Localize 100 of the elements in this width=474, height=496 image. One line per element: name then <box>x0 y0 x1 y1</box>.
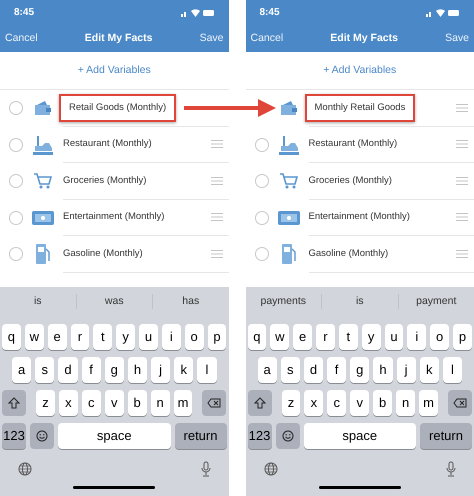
ticket-icon <box>278 210 300 225</box>
drag-handle-icon[interactable] <box>456 176 468 185</box>
keyboard-key[interactable]: e <box>293 324 312 350</box>
keyboard-key[interactable]: m <box>174 390 192 416</box>
keyboard-key[interactable]: r <box>316 324 335 350</box>
keyboard-key[interactable]: return <box>420 422 472 448</box>
keyboard-key[interactable]: q <box>248 324 266 350</box>
keyboard-key[interactable]: x <box>58 390 78 416</box>
add-variables-button[interactable]: + Add Variables <box>78 62 151 78</box>
suggestion[interactable]: payment <box>416 294 456 310</box>
fact-label: Gasoline (Monthly) <box>63 246 143 261</box>
delete-key[interactable] <box>448 390 472 416</box>
drag-handle-icon[interactable] <box>456 104 468 112</box>
keyboard-key[interactable]: space <box>58 422 170 448</box>
keyboard-key[interactable]: space <box>304 422 416 448</box>
keyboard-key[interactable]: f <box>82 356 101 382</box>
keyboard-key[interactable]: h <box>128 356 148 382</box>
shift-key[interactable] <box>248 390 272 416</box>
name-field[interactable]: Retail Goods (Monthly) <box>59 94 176 122</box>
radio-button[interactable] <box>9 138 23 152</box>
emoji-key[interactable] <box>276 422 300 448</box>
keyboard-key[interactable]: d <box>304 356 324 382</box>
keyboard-key[interactable]: a <box>12 356 32 382</box>
keyboard-key[interactable]: u <box>384 324 404 350</box>
radio-button[interactable] <box>254 210 268 225</box>
keyboard-key[interactable]: n <box>396 390 416 416</box>
keyboard-key[interactable]: z <box>282 390 300 416</box>
shift-key[interactable] <box>2 390 26 416</box>
microphone-icon[interactable] <box>446 460 456 476</box>
radio-button[interactable] <box>9 210 23 225</box>
drag-handle-icon[interactable] <box>210 140 222 148</box>
keyboard-key[interactable]: h <box>373 356 393 382</box>
keyboard-key[interactable]: y <box>116 324 136 350</box>
drag-handle-icon[interactable] <box>456 213 468 222</box>
keyboard-key[interactable]: d <box>58 356 78 382</box>
keyboard-key[interactable]: e <box>48 324 67 350</box>
keyboard-key[interactable]: o <box>184 324 204 350</box>
drag-handle-icon[interactable] <box>456 140 468 148</box>
keyboard-key[interactable]: p <box>208 324 226 350</box>
drag-handle-icon[interactable] <box>456 250 468 258</box>
keyboard-key[interactable]: w <box>270 324 290 350</box>
drag-handle-icon[interactable] <box>210 250 222 258</box>
keyboard-key[interactable]: o <box>430 324 450 350</box>
keyboard-key[interactable]: g <box>350 356 370 382</box>
keyboard-key[interactable]: v <box>104 390 124 416</box>
drag-handle-icon[interactable] <box>210 213 222 222</box>
keyboard-key[interactable]: w <box>24 324 44 350</box>
radio-button[interactable] <box>9 247 23 262</box>
globe-icon[interactable] <box>264 462 278 476</box>
keyboard-key[interactable]: t <box>93 324 112 350</box>
keyboard-key[interactable]: z <box>36 390 55 416</box>
keyboard-key[interactable]: 123 <box>2 422 26 448</box>
delete-key[interactable] <box>202 390 226 416</box>
keyboard-key[interactable]: return <box>174 422 226 448</box>
microphone-icon[interactable] <box>200 460 210 476</box>
emoji-key[interactable] <box>30 422 54 448</box>
keyboard-key[interactable]: l <box>442 356 462 382</box>
radio-button[interactable] <box>254 174 268 188</box>
keyboard-key[interactable]: p <box>453 324 472 350</box>
keyboard-key[interactable]: v <box>350 390 370 416</box>
keyboard-key[interactable]: j <box>396 356 416 382</box>
keyboard-key[interactable]: i <box>162 324 181 350</box>
keyboard-key[interactable]: r <box>70 324 90 350</box>
keyboard-key[interactable]: b <box>373 390 392 416</box>
keyboard-key[interactable]: c <box>327 390 346 416</box>
keyboard-key[interactable]: 123 <box>248 422 272 448</box>
radio-button[interactable] <box>254 138 268 152</box>
keyboard-key[interactable]: k <box>174 356 194 382</box>
suggestion[interactable]: has <box>182 294 200 310</box>
radio-button[interactable] <box>9 174 23 188</box>
keyboard-key[interactable]: n <box>150 390 170 416</box>
suggestion[interactable]: was <box>104 294 124 310</box>
keyboard-key[interactable]: q <box>2 324 21 350</box>
keyboard-key[interactable]: t <box>338 324 358 350</box>
suggestion[interactable]: is <box>356 294 364 310</box>
keyboard-key[interactable]: f <box>327 356 346 382</box>
shift-icon <box>254 396 266 408</box>
radio-button[interactable] <box>254 247 268 262</box>
drag-handle-icon[interactable] <box>210 176 222 185</box>
name-field[interactable]: Monthly Retail Goods <box>304 94 416 122</box>
keyboard-key[interactable]: k <box>420 356 439 382</box>
globe-icon[interactable] <box>18 462 32 476</box>
keyboard-key[interactable]: m <box>419 390 438 416</box>
suggestion[interactable]: is <box>34 294 42 310</box>
keyboard-key[interactable]: s <box>280 356 300 382</box>
add-variables-button[interactable]: + Add Variables <box>323 62 396 78</box>
suggestion[interactable]: payments <box>260 294 306 310</box>
keyboard-key[interactable]: b <box>128 390 147 416</box>
building-icon <box>278 134 298 156</box>
keyboard-key[interactable]: i <box>407 324 426 350</box>
keyboard-key[interactable]: a <box>258 356 277 382</box>
keyboard-key[interactable]: l <box>197 356 217 382</box>
keyboard-key[interactable]: j <box>151 356 170 382</box>
keyboard-key[interactable]: y <box>362 324 381 350</box>
keyboard-key[interactable]: g <box>104 356 124 382</box>
keyboard-key[interactable]: x <box>304 390 324 416</box>
keyboard-key[interactable]: c <box>82 390 101 416</box>
radio-button[interactable] <box>9 101 23 116</box>
keyboard-key[interactable]: u <box>139 324 158 350</box>
keyboard-key[interactable]: s <box>35 356 54 382</box>
